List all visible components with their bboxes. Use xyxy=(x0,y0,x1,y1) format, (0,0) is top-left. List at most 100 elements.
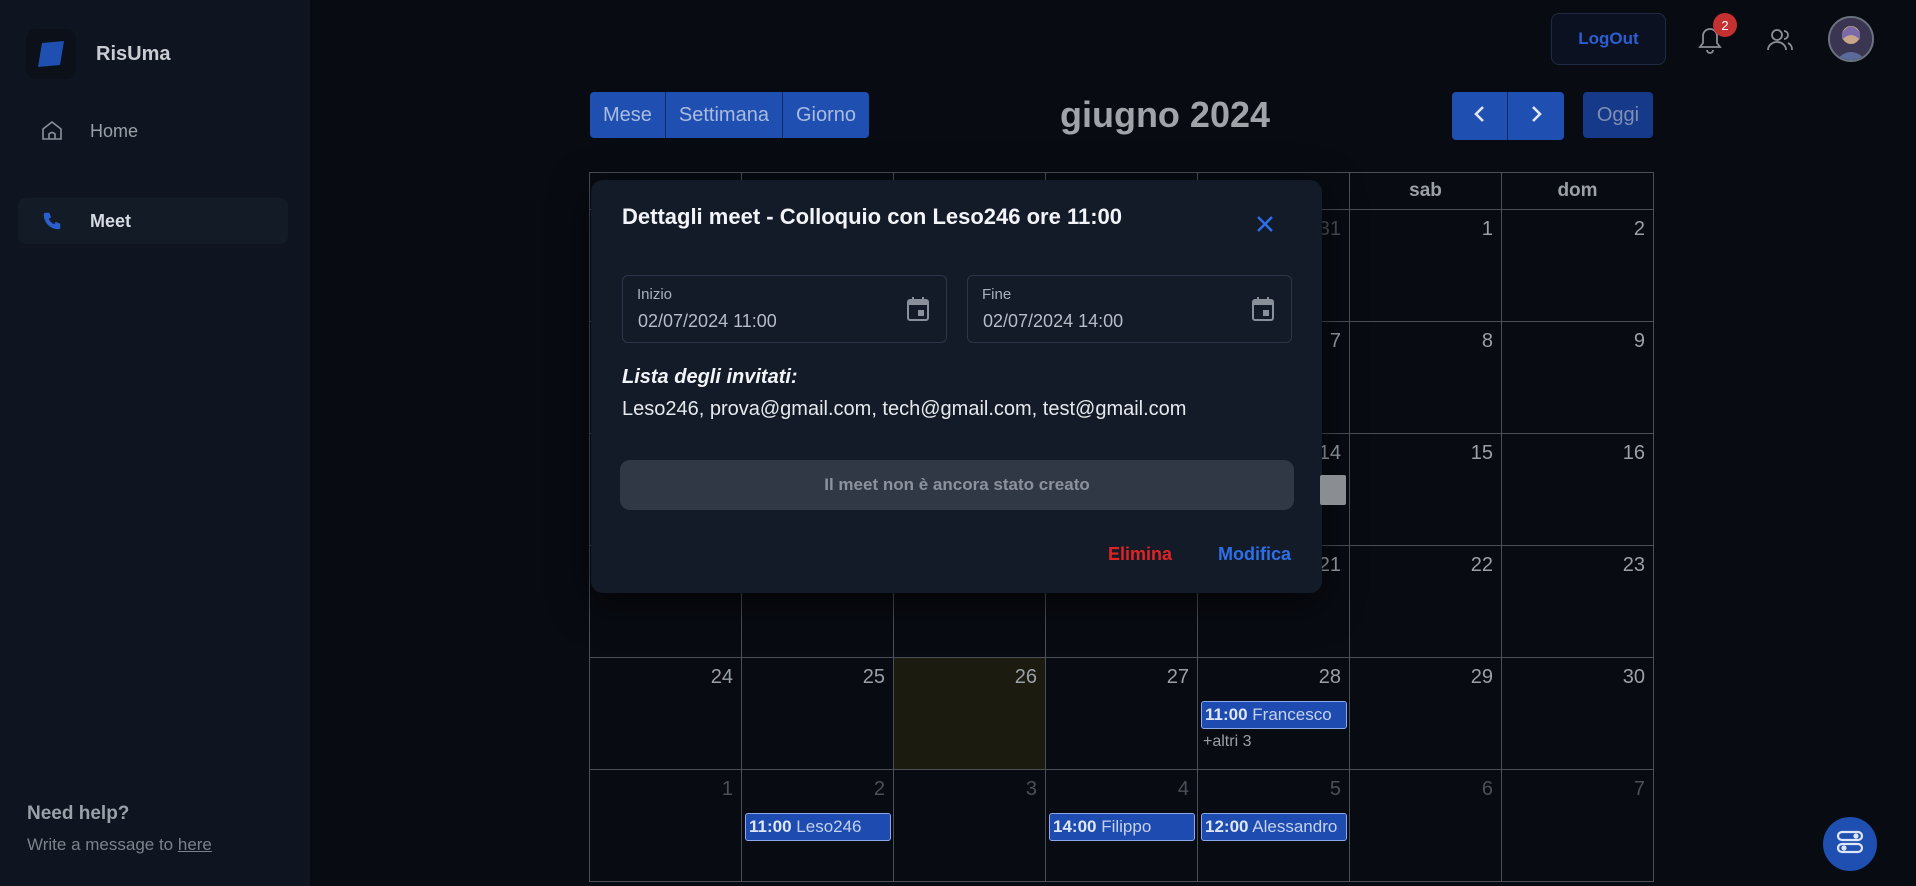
event-title: Leso246 xyxy=(796,817,862,836)
brand[interactable]: RisUma xyxy=(26,29,170,79)
home-icon xyxy=(38,117,66,145)
more-events-link[interactable]: +altri 3 xyxy=(1203,733,1251,751)
event-time: 14:00 xyxy=(1053,817,1097,836)
day-cell[interactable]: 27 xyxy=(1046,657,1198,769)
day-number: 26 xyxy=(1014,666,1037,688)
day-number: 29 xyxy=(1470,666,1493,688)
day-cell[interactable]: 9 xyxy=(1502,321,1653,433)
end-date-label: Fine xyxy=(982,286,1012,303)
help-title: Need help? xyxy=(27,803,130,824)
event-time: 12:00 xyxy=(1205,817,1249,836)
day-number: 7 xyxy=(1633,778,1645,800)
close-icon[interactable] xyxy=(1251,210,1279,238)
view-switcher: Mese Settimana Giorno xyxy=(590,92,869,138)
calendar-event[interactable]: 11:00 Francesco xyxy=(1201,701,1347,729)
edit-button[interactable]: Modifica xyxy=(1218,544,1291,565)
day-cell[interactable]: 2 11:00 Leso246 xyxy=(742,769,894,881)
logout-button[interactable]: LogOut xyxy=(1551,13,1666,65)
brand-logo-icon xyxy=(26,29,76,79)
day-cell[interactable]: 4 14:00 Filippo xyxy=(1046,769,1198,881)
help-section: Need help? Write a message to here xyxy=(27,803,212,855)
start-date-field[interactable]: Inizio 02/07/2024 11:00 xyxy=(622,275,947,343)
calendar-event[interactable]: 12:00 Alessandro xyxy=(1201,813,1347,841)
calendar-event-partial[interactable] xyxy=(1320,475,1346,505)
day-number: 6 xyxy=(1481,778,1493,800)
day-cell[interactable]: 29 xyxy=(1350,657,1502,769)
help-link[interactable]: here xyxy=(178,835,212,854)
day-cell[interactable]: 30 xyxy=(1502,657,1653,769)
day-number: 23 xyxy=(1622,554,1645,576)
day-cell[interactable]: 24 xyxy=(590,657,742,769)
day-cell[interactable]: 1 xyxy=(590,769,742,881)
day-cell[interactable]: 25 xyxy=(742,657,894,769)
day-number: 2 xyxy=(1633,218,1645,240)
meet-status-bar: Il meet non è ancora stato creato xyxy=(620,460,1294,510)
day-cell[interactable]: 1 xyxy=(1350,209,1502,321)
day-number: 30 xyxy=(1622,666,1645,688)
event-time: 11:00 xyxy=(1205,705,1248,724)
sidebar-item-meet[interactable]: Meet xyxy=(18,198,288,244)
day-cell[interactable]: 6 xyxy=(1350,769,1502,881)
users-icon[interactable] xyxy=(1762,22,1798,58)
sidebar-item-label: Home xyxy=(90,120,139,141)
day-cell[interactable]: 22 xyxy=(1350,545,1502,657)
next-button[interactable] xyxy=(1508,92,1564,140)
day-cell[interactable]: 2 xyxy=(1502,209,1653,321)
end-date-field[interactable]: Fine 02/07/2024 14:00 xyxy=(967,275,1292,343)
day-number: 25 xyxy=(862,666,885,688)
sidebar-item-label: Meet xyxy=(90,210,132,231)
calendar-nav xyxy=(1452,92,1564,140)
meet-details-modal: Dettagli meet - Colloquio con Leso246 or… xyxy=(591,180,1322,593)
day-number: 31 xyxy=(1318,218,1341,240)
invitees-list: Leso246, prova@gmail.com, tech@gmail.com… xyxy=(622,398,1187,420)
day-cell[interactable]: 23 xyxy=(1502,545,1653,657)
view-day-button[interactable]: Giorno xyxy=(782,92,869,138)
chat-icon xyxy=(1836,830,1864,859)
delete-button[interactable]: Elimina xyxy=(1108,544,1172,565)
help-text: Write a message to here xyxy=(27,835,212,855)
day-cell[interactable]: 5 12:00 Alessandro xyxy=(1198,769,1350,881)
help-fab-button[interactable] xyxy=(1823,817,1877,871)
modal-title: Dettagli meet - Colloquio con Leso246 or… xyxy=(622,204,1123,229)
view-month-button[interactable]: Mese xyxy=(590,92,666,138)
day-number: 24 xyxy=(710,666,733,688)
day-cell[interactable]: 28 11:00 Francesco +altri 3 xyxy=(1198,657,1350,769)
weekday-header: dom xyxy=(1557,180,1598,201)
notification-badge: 2 xyxy=(1713,13,1737,37)
start-date-value[interactable]: 02/07/2024 11:00 xyxy=(638,311,777,332)
day-cell[interactable]: 8 xyxy=(1350,321,1502,433)
start-date-label: Inizio xyxy=(637,286,673,303)
day-number: 22 xyxy=(1470,554,1493,576)
day-number: 5 xyxy=(1329,778,1341,800)
prev-button[interactable] xyxy=(1452,92,1508,140)
event-title: Filippo xyxy=(1101,817,1152,836)
end-date-value[interactable]: 02/07/2024 14:00 xyxy=(983,311,1123,332)
calendar-event[interactable]: 11:00 Leso246 xyxy=(745,813,891,841)
day-cell[interactable]: 26 xyxy=(894,657,1046,769)
day-number: 1 xyxy=(1481,218,1493,240)
event-time: 11:00 xyxy=(749,817,792,836)
day-number: 27 xyxy=(1166,666,1189,688)
calendar-title: giugno 2024 xyxy=(1059,94,1271,135)
day-cell[interactable]: 15 xyxy=(1350,433,1502,545)
calendar-event[interactable]: 14:00 Filippo xyxy=(1049,813,1195,841)
day-number: 3 xyxy=(1025,778,1037,800)
calendar-icon[interactable] xyxy=(1249,295,1277,323)
view-week-button[interactable]: Settimana xyxy=(665,92,783,138)
chevron-right-icon xyxy=(1528,104,1544,129)
day-cell[interactable]: 3 xyxy=(894,769,1046,881)
day-number: 7 xyxy=(1329,330,1341,352)
day-cell[interactable]: 16 xyxy=(1502,433,1653,545)
day-number: 8 xyxy=(1481,330,1493,352)
event-title: Francesco xyxy=(1252,705,1332,724)
calendar-icon[interactable] xyxy=(904,295,932,323)
chevron-left-icon xyxy=(1472,104,1488,129)
day-number: 21 xyxy=(1318,554,1341,576)
today-button[interactable]: Oggi xyxy=(1583,92,1653,138)
avatar[interactable] xyxy=(1828,16,1874,62)
phone-icon xyxy=(38,207,66,235)
day-cell[interactable]: 7 xyxy=(1502,769,1653,881)
day-number: 14 xyxy=(1318,442,1341,464)
sidebar-item-home[interactable]: Home xyxy=(18,108,288,154)
day-number: 1 xyxy=(721,778,733,800)
